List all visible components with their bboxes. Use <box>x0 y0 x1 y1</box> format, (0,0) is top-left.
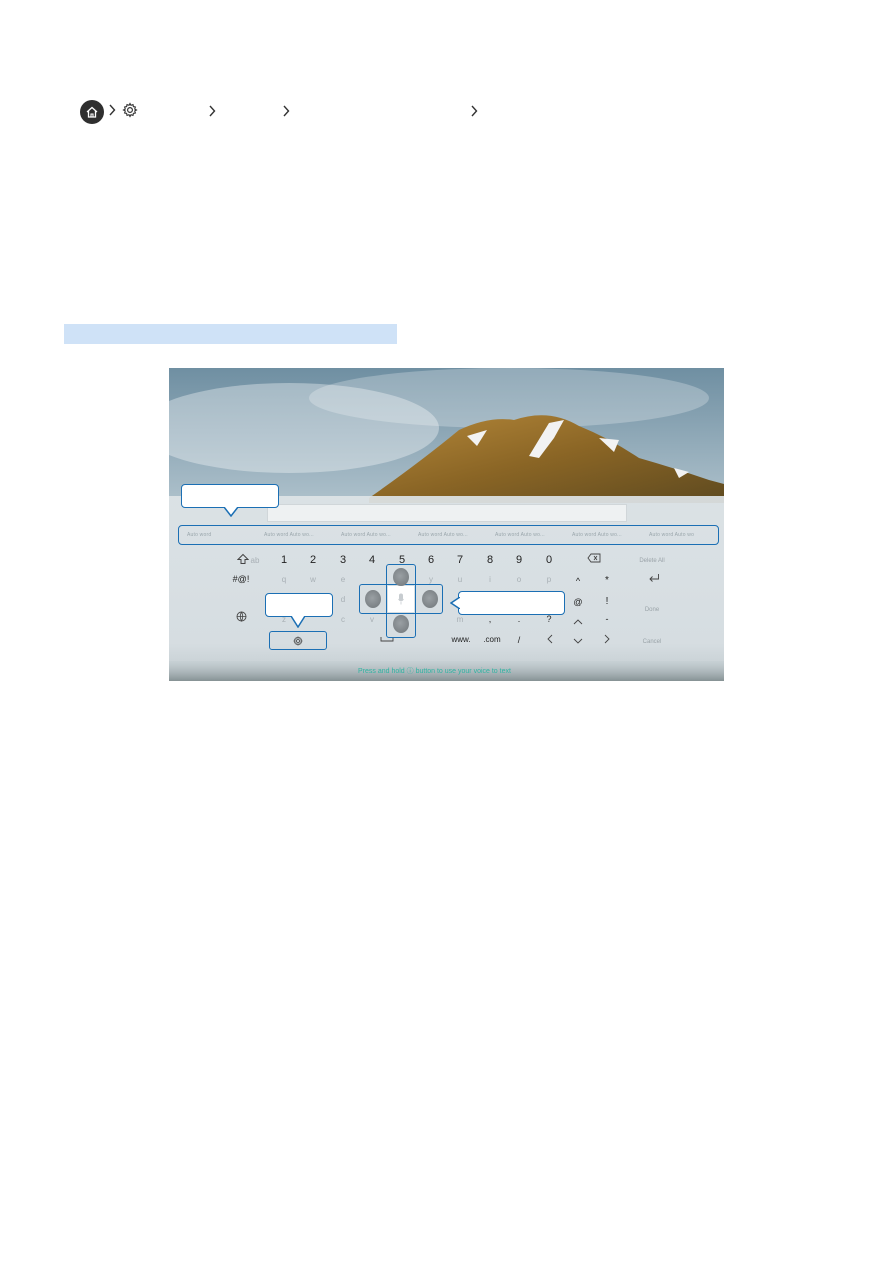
gear-icon[interactable] <box>122 101 138 123</box>
keyboard-panel <box>169 496 724 681</box>
suggestion-item[interactable]: Auto word Auto wo <box>641 532 718 538</box>
callout-tail <box>224 507 238 517</box>
key-4[interactable]: 4 <box>362 553 382 567</box>
callout-settings <box>265 593 333 617</box>
key-www[interactable]: www. <box>446 633 476 647</box>
key-3[interactable]: 3 <box>333 553 353 567</box>
key-caret[interactable]: ^ <box>568 574 588 588</box>
chevron-right-icon <box>470 104 478 122</box>
key-2[interactable]: 2 <box>303 553 323 567</box>
text-input-field[interactable] <box>267 504 627 522</box>
mic-icon[interactable] <box>393 615 409 633</box>
key-d[interactable]: d <box>333 593 353 607</box>
key-8[interactable]: 8 <box>480 553 500 567</box>
suggestion-item[interactable]: Auto word Auto wo... <box>410 532 487 538</box>
delete-all-key[interactable]: Delete All <box>632 554 672 568</box>
shift-hint: ab <box>250 556 260 565</box>
cancel-key[interactable]: Cancel <box>632 635 672 649</box>
chevron-right-icon[interactable] <box>597 634 617 648</box>
key-q[interactable]: q <box>274 573 294 587</box>
key-e[interactable]: e <box>333 573 353 587</box>
suggestion-item[interactable]: Auto word <box>179 532 256 538</box>
key-o[interactable]: o <box>509 573 529 587</box>
suggestion-item[interactable]: Auto word Auto wo... <box>487 532 564 538</box>
mic-icon[interactable] <box>365 590 381 608</box>
home-icon[interactable] <box>80 100 104 124</box>
key-9[interactable]: 9 <box>509 553 529 567</box>
chevron-down-icon[interactable] <box>568 635 588 649</box>
chevron-up-icon[interactable] <box>568 615 588 629</box>
backspace-icon[interactable] <box>583 553 605 567</box>
mic-icon[interactable] <box>393 568 409 586</box>
callout-voice-input <box>458 591 565 615</box>
callout-tail <box>450 597 460 609</box>
callout-tail <box>291 616 305 628</box>
key-exclaim[interactable]: ! <box>597 595 617 609</box>
suggestion-row: Auto word Auto word Auto wo... Auto word… <box>178 525 719 545</box>
suggestion-item[interactable]: Auto word Auto wo... <box>564 532 641 538</box>
key-at[interactable]: @ <box>568 595 588 609</box>
suggestion-item[interactable]: Auto word Auto wo... <box>256 532 333 538</box>
mic-icon[interactable] <box>398 592 404 610</box>
mic-icon[interactable] <box>422 590 438 608</box>
voice-hint-text: Press and hold ⓘ button to use your voic… <box>358 668 511 675</box>
symbols-key[interactable]: #@! <box>226 572 256 586</box>
key-dash[interactable]: - <box>597 612 617 626</box>
callout-predictive-text <box>181 484 279 508</box>
done-key[interactable]: Done <box>632 603 672 617</box>
chevron-left-icon[interactable] <box>539 634 559 648</box>
key-slash[interactable]: / <box>509 633 529 647</box>
chevron-right-icon <box>208 104 216 122</box>
key-7[interactable]: 7 <box>450 553 470 567</box>
key-c[interactable]: c <box>333 613 353 627</box>
key-v[interactable]: v <box>362 613 382 627</box>
globe-icon[interactable] <box>231 611 251 625</box>
keyboard-settings-button[interactable] <box>269 631 327 650</box>
key-p[interactable]: p <box>539 573 559 587</box>
gear-icon <box>293 635 303 646</box>
keyboard-illustration: Auto word Auto word Auto wo... Auto word… <box>169 368 724 681</box>
chevron-right-icon <box>282 104 290 122</box>
key-asterisk[interactable]: * <box>597 574 617 588</box>
key-1[interactable]: 1 <box>274 553 294 567</box>
key-w[interactable]: w <box>303 573 323 587</box>
enter-icon[interactable] <box>643 573 665 587</box>
key-i[interactable]: i <box>480 573 500 587</box>
key-6[interactable]: 6 <box>421 553 441 567</box>
key-0[interactable]: 0 <box>539 553 559 567</box>
key-m[interactable]: m <box>450 613 470 627</box>
suggestion-item[interactable]: Auto word Auto wo... <box>333 532 410 538</box>
breadcrumb <box>80 99 138 125</box>
key-dotcom[interactable]: .com <box>477 633 507 647</box>
key-u[interactable]: u <box>450 573 470 587</box>
highlight-bar <box>64 324 397 344</box>
chevron-right-icon <box>108 103 116 121</box>
